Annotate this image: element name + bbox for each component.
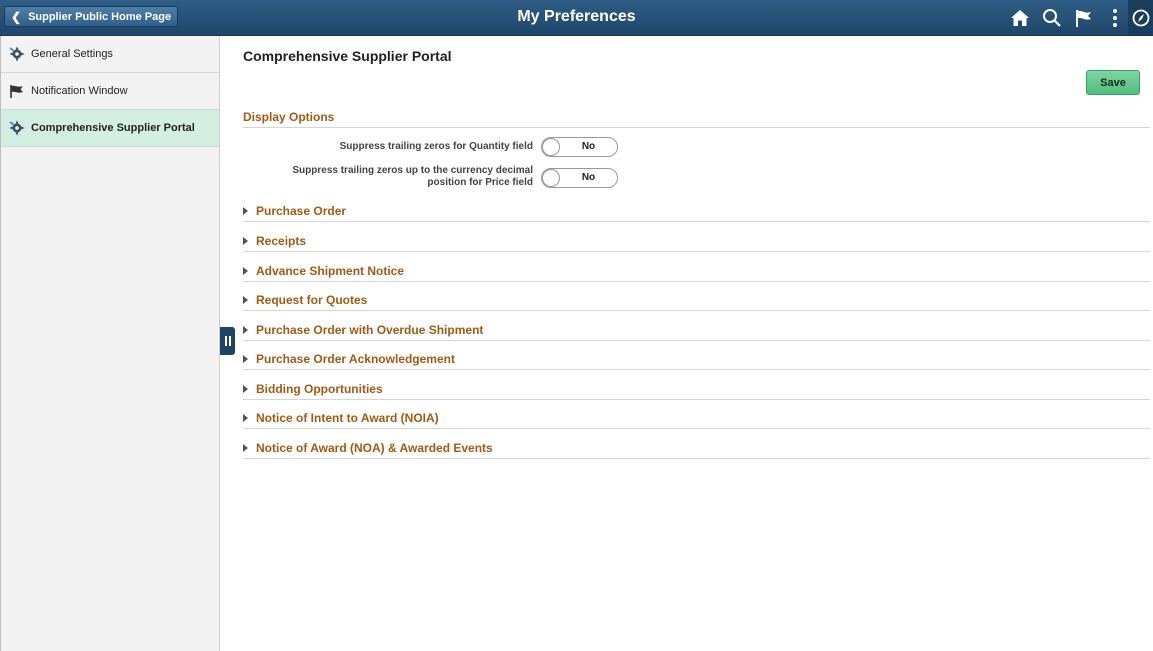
- group-label: Advance Shipment Notice: [256, 264, 405, 278]
- flag-icon[interactable]: [1072, 6, 1096, 30]
- group-label: Purchase Order with Overdue Shipment: [256, 323, 484, 337]
- display-options-heading: Display Options: [243, 110, 1150, 128]
- save-button[interactable]: Save: [1086, 70, 1140, 95]
- price-zeros-label: Suppress trailing zeros up to the curren…: [292, 165, 533, 189]
- sidebar-item-label: Comprehensive Supplier Portal: [31, 122, 195, 134]
- toggle-value: No: [581, 172, 596, 183]
- sidebar-item-general-settings[interactable]: General Settings: [1, 36, 219, 73]
- expand-triangle-icon: [243, 296, 248, 304]
- group-po-acknowledgement[interactable]: Purchase Order Acknowledgement: [243, 352, 1150, 370]
- sidebar-item-label: Notification Window: [31, 85, 128, 97]
- settings-icon: [9, 120, 25, 136]
- sidebar-item-comprehensive-supplier-portal[interactable]: Comprehensive Supplier Portal: [1, 110, 219, 147]
- page-title: Comprehensive Supplier Portal: [243, 48, 452, 64]
- actions-menu-icon[interactable]: [1103, 6, 1127, 30]
- pause-bar: [224, 336, 227, 346]
- toggle-value: No: [581, 141, 596, 152]
- expand-triangle-icon: [243, 414, 248, 422]
- left-panel: General Settings Notification Window Com…: [0, 36, 220, 651]
- flag-icon: [9, 83, 25, 99]
- search-icon[interactable]: [1040, 6, 1064, 30]
- chevron-left-icon: ❮: [11, 9, 22, 24]
- label-line: Suppress trailing zeros up to the curren…: [292, 165, 533, 176]
- label-line: position for Price field: [427, 177, 533, 188]
- group-purchase-order[interactable]: Purchase Order: [243, 204, 1150, 222]
- home-icon[interactable]: [1008, 6, 1032, 30]
- sidebar-item-notification-window[interactable]: Notification Window: [1, 73, 219, 110]
- group-request-for-quotes[interactable]: Request for Quotes: [243, 293, 1150, 311]
- expand-triangle-icon: [243, 267, 248, 275]
- group-po-overdue-shipment[interactable]: Purchase Order with Overdue Shipment: [243, 323, 1150, 341]
- toggle-knob: [542, 169, 560, 187]
- expand-triangle-icon: [243, 326, 248, 334]
- navbar-icon[interactable]: [1128, 0, 1153, 35]
- quantity-zeros-toggle[interactable]: No: [541, 137, 618, 157]
- expand-triangle-icon: [243, 207, 248, 215]
- expand-triangle-icon: [243, 385, 248, 393]
- back-button[interactable]: ❮ Supplier Public Home Page: [4, 6, 178, 27]
- group-label: Purchase Order: [256, 204, 347, 218]
- group-label: Receipts: [256, 234, 307, 248]
- toggle-knob: [542, 138, 560, 156]
- group-label: Bidding Opportunities: [256, 382, 383, 396]
- expand-triangle-icon: [243, 237, 248, 245]
- group-advance-shipment-notice[interactable]: Advance Shipment Notice: [243, 264, 1150, 282]
- group-bidding-opportunities[interactable]: Bidding Opportunities: [243, 382, 1150, 400]
- group-noa-awarded-events[interactable]: Notice of Award (NOA) & Awarded Events: [243, 441, 1150, 459]
- expand-triangle-icon: [243, 355, 248, 363]
- group-label: Purchase Order Acknowledgement: [256, 352, 455, 366]
- settings-icon: [9, 46, 25, 62]
- group-noia[interactable]: Notice of Intent to Award (NOIA): [243, 411, 1150, 429]
- collapse-panel-button[interactable]: [220, 327, 235, 355]
- expand-triangle-icon: [243, 444, 248, 452]
- group-label: Notice of Intent to Award (NOIA): [256, 411, 439, 425]
- pause-bar: [228, 336, 231, 346]
- price-zeros-toggle[interactable]: No: [541, 168, 618, 188]
- sidebar-item-label: General Settings: [31, 48, 113, 60]
- top-banner: ❮ Supplier Public Home Page My Preferenc…: [0, 0, 1153, 36]
- group-receipts[interactable]: Receipts: [243, 234, 1150, 252]
- back-button-label: Supplier Public Home Page: [28, 10, 172, 23]
- quantity-zeros-label: Suppress trailing zeros for Quantity fie…: [339, 141, 533, 152]
- group-label: Request for Quotes: [256, 293, 368, 307]
- group-label: Notice of Award (NOA) & Awarded Events: [256, 441, 493, 455]
